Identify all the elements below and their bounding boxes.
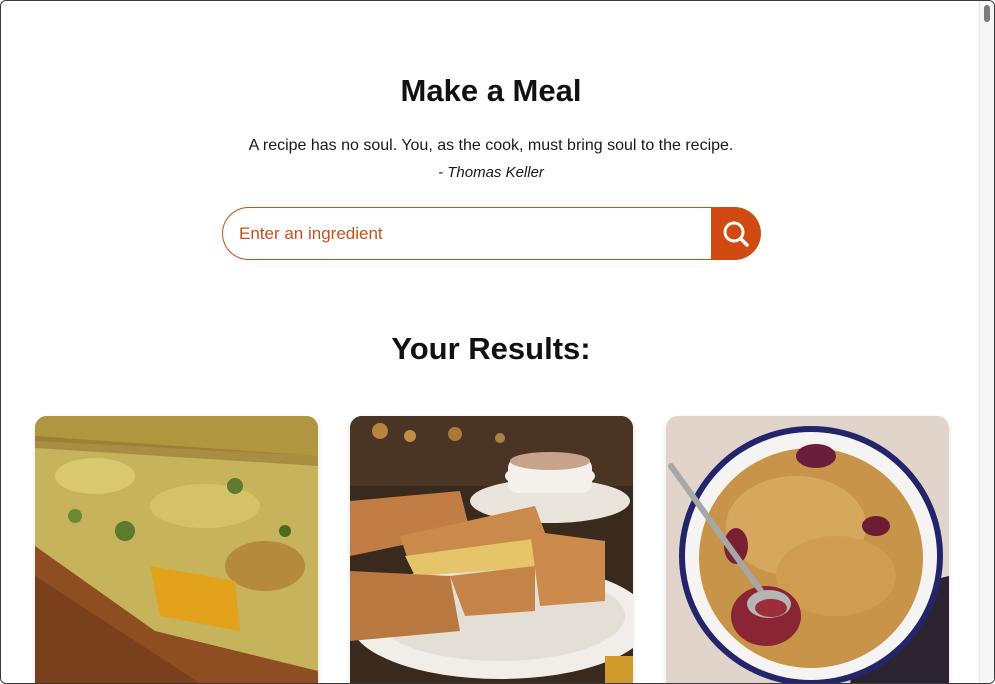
recipe-image-crumble [666, 416, 949, 683]
ingredient-search [222, 207, 761, 260]
recipe-image-pancakes [350, 416, 633, 683]
page-content: Make a Meal A recipe has no soul. You, a… [1, 1, 981, 683]
search-button[interactable] [711, 207, 761, 260]
search-icon [723, 221, 749, 247]
quote-author: - Thomas Keller [438, 164, 544, 181]
recipe-card[interactable] [666, 416, 949, 683]
recipe-card[interactable] [350, 416, 633, 683]
vertical-scrollbar[interactable] [979, 1, 994, 683]
ingredient-search-input[interactable] [222, 207, 711, 260]
quote-text: A recipe has no soul. You, as the cook, … [248, 137, 734, 154]
recipe-image-frittata [35, 416, 318, 683]
recipe-card[interactable] [35, 416, 318, 683]
page-title: Make a Meal [400, 73, 582, 108]
results-heading: Your Results: [391, 331, 591, 366]
scrollbar-thumb[interactable] [984, 5, 990, 22]
browser-window: Make a Meal A recipe has no soul. You, a… [0, 0, 995, 684]
